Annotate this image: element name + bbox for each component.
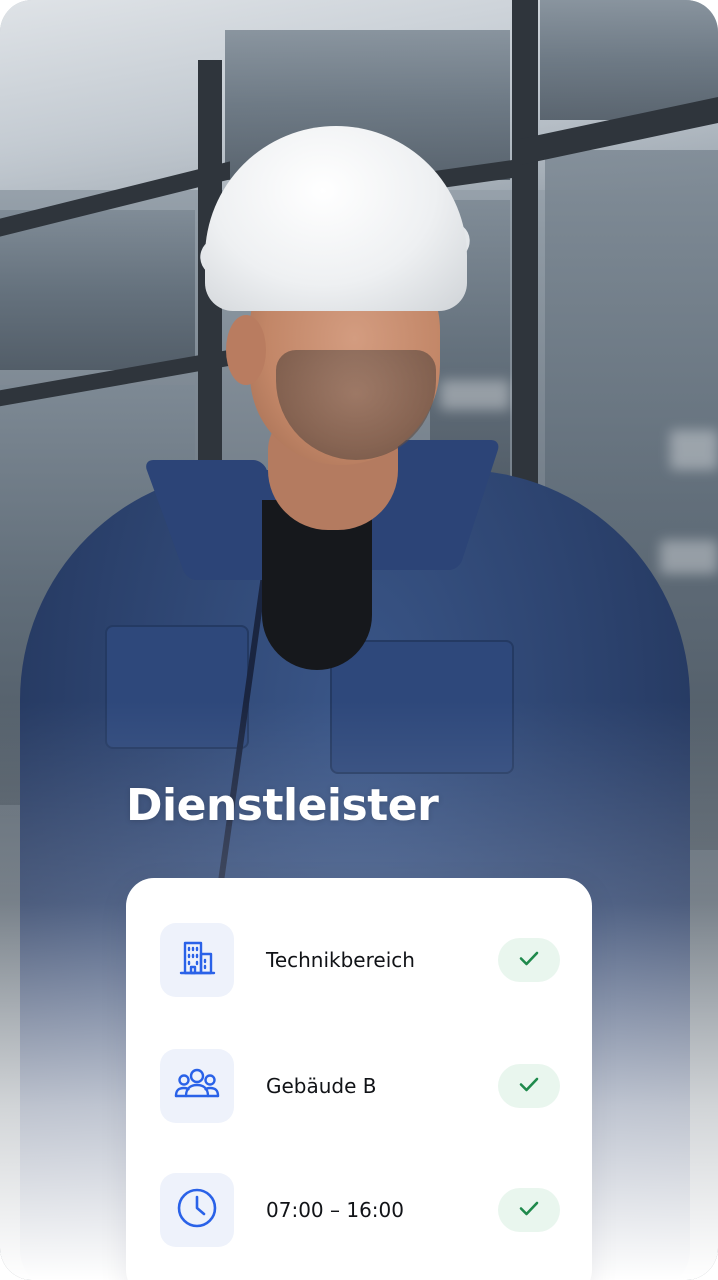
item-label: 07:00 – 16:00 <box>266 1198 404 1222</box>
check-icon <box>517 946 541 975</box>
window-glare <box>670 430 718 470</box>
window-glare <box>440 380 510 410</box>
icon-tile <box>160 1173 234 1247</box>
icon-tile <box>160 923 234 997</box>
window-pane <box>0 210 195 370</box>
worker-ear <box>226 315 266 385</box>
list-item-time: 07:00 – 16:00 <box>160 1172 560 1248</box>
list-item-area: Technikbereich <box>160 922 560 998</box>
window-glare <box>660 540 718 574</box>
group-icon <box>173 1064 221 1109</box>
screen: Dienstleister Technikbereich Gebäude B 0… <box>0 0 718 1280</box>
list-item-location: Gebäude B <box>160 1048 560 1124</box>
status-badge <box>498 938 560 982</box>
icon-tile <box>160 1049 234 1123</box>
check-icon <box>517 1072 541 1101</box>
clock-icon <box>176 1187 218 1234</box>
status-badge <box>498 1064 560 1108</box>
status-badge <box>498 1188 560 1232</box>
page-title: Dienstleister <box>126 780 439 831</box>
window-frame <box>512 0 538 520</box>
access-card: Technikbereich Gebäude B 07:00 – 16:00 <box>126 878 592 1280</box>
building-icon <box>177 938 217 983</box>
check-icon <box>517 1196 541 1225</box>
item-label: Gebäude B <box>266 1074 377 1098</box>
item-label: Technikbereich <box>266 948 415 972</box>
